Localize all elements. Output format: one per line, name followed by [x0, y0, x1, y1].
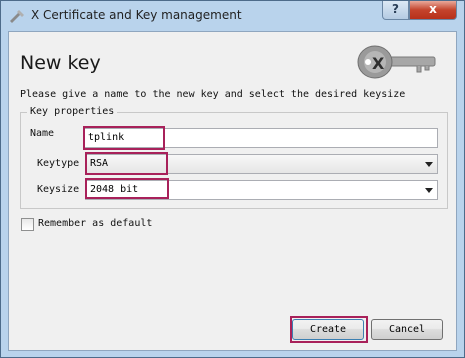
svg-text:X: X: [372, 54, 385, 73]
dialog-body: New key X Please give a name to the new …: [8, 31, 457, 351]
close-button[interactable]: x: [409, 1, 457, 20]
key-icon: X: [357, 45, 436, 79]
remember-label[interactable]: Remember as default: [38, 218, 152, 229]
keysize-label: Keysize: [37, 184, 80, 195]
dialog-window: X Certificate and Key management ? x New…: [0, 0, 465, 358]
keytype-highlight: [85, 152, 168, 175]
window-title: X Certificate and Key management: [31, 8, 242, 22]
group-title: Key properties: [27, 106, 118, 117]
remember-checkbox[interactable]: [21, 218, 34, 231]
cancel-button[interactable]: Cancel: [371, 319, 443, 340]
chevron-down-icon: [425, 162, 433, 167]
keysize-highlight: [85, 178, 169, 199]
instruction-text: Please give a name to the new key and se…: [20, 89, 406, 100]
help-button[interactable]: ?: [382, 1, 409, 20]
title-bar[interactable]: X Certificate and Key management ? x: [1, 1, 465, 31]
page-title: New key: [20, 52, 101, 74]
chevron-down-icon: [425, 188, 433, 193]
create-highlight: [290, 316, 368, 343]
keytype-label: Keytype: [37, 158, 80, 169]
name-highlight: [83, 126, 165, 150]
name-label: Name: [30, 128, 55, 139]
app-icon: [10, 10, 24, 23]
